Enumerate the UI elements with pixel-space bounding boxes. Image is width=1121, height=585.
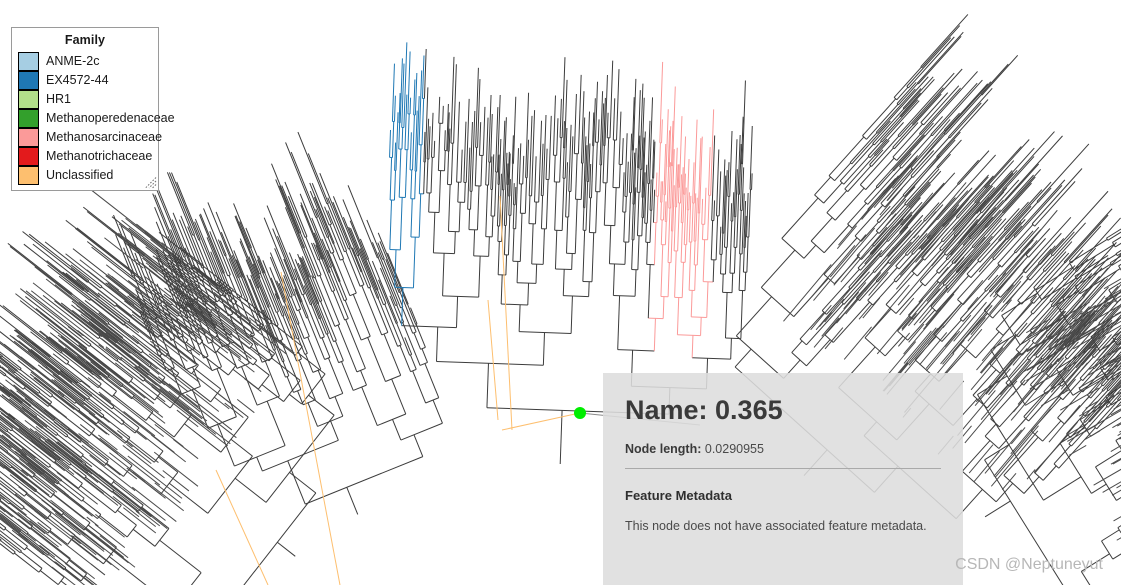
family-legend-panel[interactable]: Family ANME-2c EX4572-44 HR1 Methanopereden… (11, 27, 175, 191)
tooltip-body-text: This node does not have associated featu… (625, 519, 927, 534)
empress-tree-viewer: Family ANME-2c EX4572-44 HR1 Methanopereden… (0, 0, 1121, 585)
legend-color-swatch (18, 71, 39, 90)
tooltip-divider (625, 468, 941, 470)
tooltip-section-title: Feature Metadata (625, 488, 732, 504)
legend-item-list: ANME-2c EX4572-44 HR1 Methanoperedenaceae Me… (18, 52, 175, 185)
legend-item[interactable]: Methanosarcinaceae (18, 128, 162, 147)
legend-item-label: EX4572-44 (46, 73, 109, 87)
selected-node-dot[interactable] (574, 407, 586, 419)
legend-color-swatch (18, 147, 39, 166)
legend-item-label: HR1 (46, 92, 72, 106)
tooltip-node-name: Name: 0.365 (625, 395, 783, 425)
legend-color-swatch (18, 128, 39, 147)
legend-item-label: Methanotrichaceae (46, 149, 153, 163)
legend-item[interactable]: Unclassified (18, 166, 152, 185)
tooltip-node-length-key: Node length: (625, 442, 702, 457)
legend-item[interactable]: Methanotrichaceae (18, 147, 152, 166)
csdn-watermark: CSDN @Neptuneyut (955, 556, 1103, 573)
legend-item[interactable]: EX4572-44 (18, 71, 152, 90)
legend-color-swatch (18, 166, 39, 185)
legend-item-label: Unclassified (46, 168, 114, 182)
tooltip-node-length: Node length: 0.0290955 (625, 442, 941, 456)
legend-color-swatch (18, 52, 39, 71)
legend-resize-handle-icon[interactable] (144, 176, 157, 189)
legend-color-swatch (18, 109, 39, 128)
legend-item[interactable]: Methanoperedenaceae (18, 109, 175, 128)
legend-item-label: Methanoperedenaceae (46, 111, 175, 125)
legend-item[interactable]: HR1 (18, 90, 152, 109)
node-info-tooltip: Name: 0.365 Node length: 0.0290955 Featu… (603, 373, 963, 585)
legend-color-swatch (18, 90, 39, 109)
tooltip-node-length-value: 0.0290955 (704, 442, 764, 457)
legend-item[interactable]: ANME-2c (18, 52, 152, 71)
legend-item-label: Methanosarcinaceae (46, 130, 163, 144)
legend-item-label: ANME-2c (46, 54, 100, 68)
legend-title: Family (64, 33, 106, 47)
selected-node-marker[interactable] (574, 407, 586, 419)
